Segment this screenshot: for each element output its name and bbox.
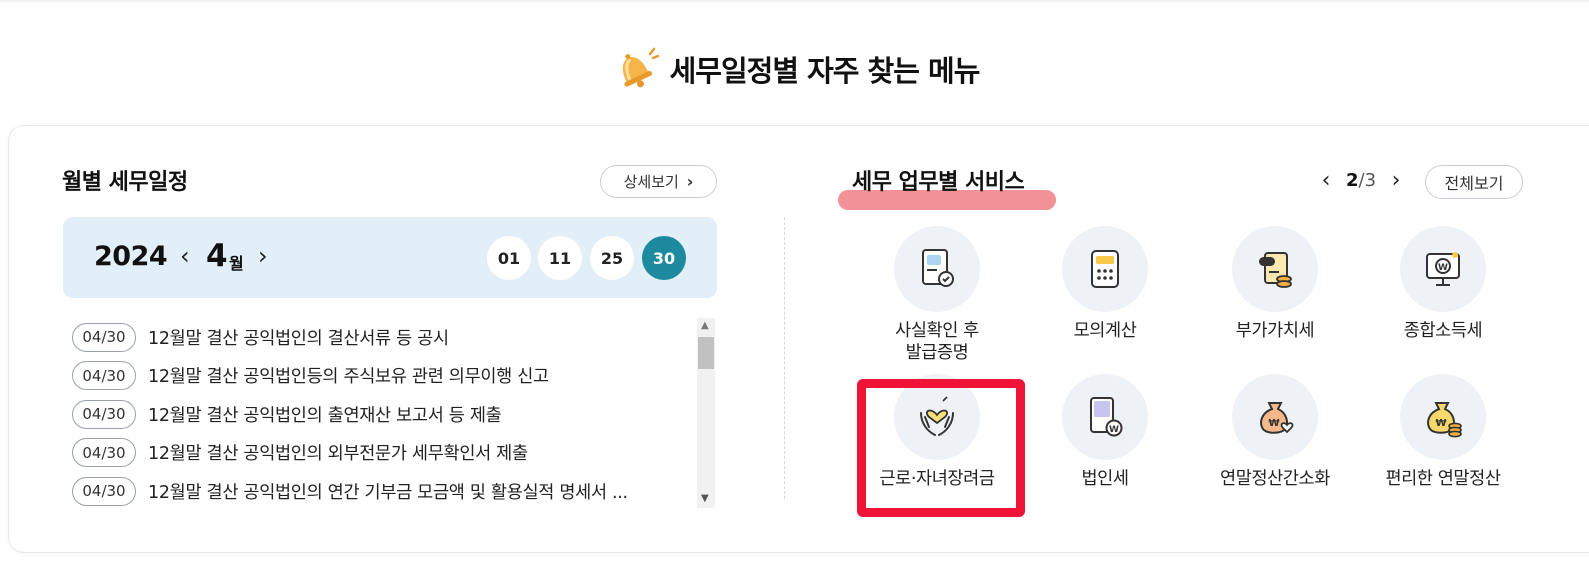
view-all-button[interactable]: 전체보기 xyxy=(1425,165,1523,199)
service-earned-income-credit[interactable]: 근로·자녀장려금 xyxy=(852,374,1022,490)
service-label: 부가가치세 xyxy=(1235,321,1315,341)
column-divider xyxy=(784,217,785,499)
schedule-item[interactable]: 04/30 12월말 결산 공익법인의 결산서류 등 공시 xyxy=(72,318,692,357)
svg-text:W: W xyxy=(1109,425,1119,435)
vat-coins-icon xyxy=(1259,252,1292,288)
schedule-text: 12월말 결산 공익법인의 외부전문가 세무확인서 제출 xyxy=(148,444,528,465)
schedule-text: 12월말 결산 공익법인등의 주식보유 관련 의무이행 신고 xyxy=(148,367,549,388)
scroll-up-icon[interactable]: ▲ xyxy=(701,320,709,331)
service-icon-bg: ₩ xyxy=(1400,374,1486,460)
page-current: 2 xyxy=(1346,170,1359,191)
services-title-wrap: 세무 업무별 서비스 xyxy=(838,164,1056,214)
schedule-text: 12월말 결산 공익법인의 출연재산 보고서 등 제출 xyxy=(148,405,502,426)
schedule-date: 04/30 xyxy=(72,438,136,468)
svg-text:₩: ₩ xyxy=(1435,418,1446,429)
service-income-tax[interactable]: W 종합소득세 xyxy=(1358,226,1528,342)
service-label: 연말정산간소화 xyxy=(1220,469,1330,489)
section-heading: 세무일정별 자주 찾는 메뉴 xyxy=(0,44,1589,94)
section-title: 세무일정별 자주 찾는 메뉴 xyxy=(669,54,981,88)
service-label: 모의계산 xyxy=(1073,321,1137,341)
calendar-month: 4 xyxy=(206,238,228,274)
services-pager: ‹ 2/3 › xyxy=(1316,168,1406,193)
schedule-text: 12월말 결산 공익법인의 결산서류 등 공시 xyxy=(148,328,449,349)
top-divider xyxy=(0,0,1589,2)
service-year-end-simplified[interactable]: ₩ 연말정산간소화 xyxy=(1190,374,1360,490)
schedule-date: 04/30 xyxy=(72,322,136,352)
detail-view-label: 상세보기 xyxy=(623,173,679,191)
schedule-date: 04/30 xyxy=(72,476,136,506)
service-icon-bg: ₩ xyxy=(1232,374,1318,460)
service-mock-calculation[interactable]: 모의계산 xyxy=(1020,226,1190,342)
schedule-item[interactable]: 04/30 12월말 결산 공익법인의 외부전문가 세무확인서 제출 xyxy=(72,434,692,473)
schedule-text: 12월말 결산 공익법인의 연간 기부금 모금액 및 활용실적 명세서 ... xyxy=(148,482,628,503)
day-chip[interactable]: 25 xyxy=(590,236,634,280)
service-fact-certificate[interactable]: 사실확인 후 발급증명 xyxy=(852,226,1022,364)
bell-icon xyxy=(622,47,659,88)
next-month-icon[interactable]: › xyxy=(258,244,268,268)
money-bag-coins-icon: ₩ xyxy=(1427,402,1462,438)
schedule-date: 04/30 xyxy=(72,361,136,391)
service-icon-bg xyxy=(894,374,980,460)
next-page-icon[interactable]: › xyxy=(1386,168,1406,193)
service-icon-bg: W xyxy=(1400,226,1486,312)
service-label: 종합소득세 xyxy=(1403,321,1483,341)
scroll-thumb[interactable] xyxy=(698,337,714,369)
calculator-icon xyxy=(1091,250,1119,288)
services-title: 세무 업무별 서비스 xyxy=(852,170,1025,195)
service-icon-bg xyxy=(894,226,980,312)
day-chip-active[interactable]: 30 xyxy=(642,236,686,280)
service-label: 근로·자녀장려금 xyxy=(879,469,995,489)
document-certificate-icon xyxy=(922,249,954,287)
calendar-header: 2024 ‹ 4 월 › 01 11 25 30 xyxy=(63,217,717,298)
service-corporate-tax[interactable]: W 법인세 xyxy=(1020,374,1190,490)
service-label: 법인세 xyxy=(1081,469,1129,489)
schedule-item[interactable]: 04/30 12월말 결산 공익법인의 출연재산 보고서 등 제출 xyxy=(72,395,692,434)
prev-month-icon[interactable]: ‹ xyxy=(180,244,190,268)
schedule-item[interactable]: 04/30 12월말 결산 공익법인등의 주식보유 관련 의무이행 신고 xyxy=(72,357,692,396)
chevron-right-icon: › xyxy=(686,172,694,191)
hands-heart-icon xyxy=(920,396,954,436)
page-total: 3 xyxy=(1364,170,1377,191)
svg-text:₩: ₩ xyxy=(1268,418,1279,429)
money-bag-heart-icon: ₩ xyxy=(1260,402,1294,434)
detail-view-button[interactable]: 상세보기 › xyxy=(600,165,717,198)
building-won-icon: W xyxy=(1090,397,1123,437)
schedule-scrollbar[interactable]: ▲ ▼ xyxy=(697,318,715,508)
svg-text:W: W xyxy=(1438,263,1448,273)
scroll-down-icon[interactable]: ▼ xyxy=(701,493,709,504)
service-icon-bg xyxy=(1062,226,1148,312)
service-vat[interactable]: 부가가치세 xyxy=(1190,226,1360,342)
service-icon-bg xyxy=(1232,226,1318,312)
schedule-item[interactable]: 04/30 12월말 결산 공익법인의 연간 기부금 모금액 및 활용실적 명세… xyxy=(72,472,692,511)
monthly-schedule-title: 월별 세무일정 xyxy=(62,170,188,195)
day-chip[interactable]: 11 xyxy=(538,236,582,280)
service-label: 편리한 연말정산 xyxy=(1385,469,1501,489)
schedule-list: 04/30 12월말 결산 공익법인의 결산서류 등 공시 04/30 12월말… xyxy=(72,318,692,511)
calendar-month-unit: 월 xyxy=(229,254,244,273)
service-convenient-year-end[interactable]: ₩ 편리한 연말정산 xyxy=(1358,374,1528,490)
day-chip[interactable]: 01 xyxy=(487,236,531,280)
service-icon-bg: W xyxy=(1062,374,1148,460)
prev-page-icon[interactable]: ‹ xyxy=(1316,168,1336,193)
schedule-date: 04/30 xyxy=(72,399,136,429)
calendar-year: 2024 xyxy=(94,241,168,272)
service-label: 사실확인 후 발급증명 xyxy=(895,321,979,363)
monitor-won-icon: W xyxy=(1426,252,1460,286)
